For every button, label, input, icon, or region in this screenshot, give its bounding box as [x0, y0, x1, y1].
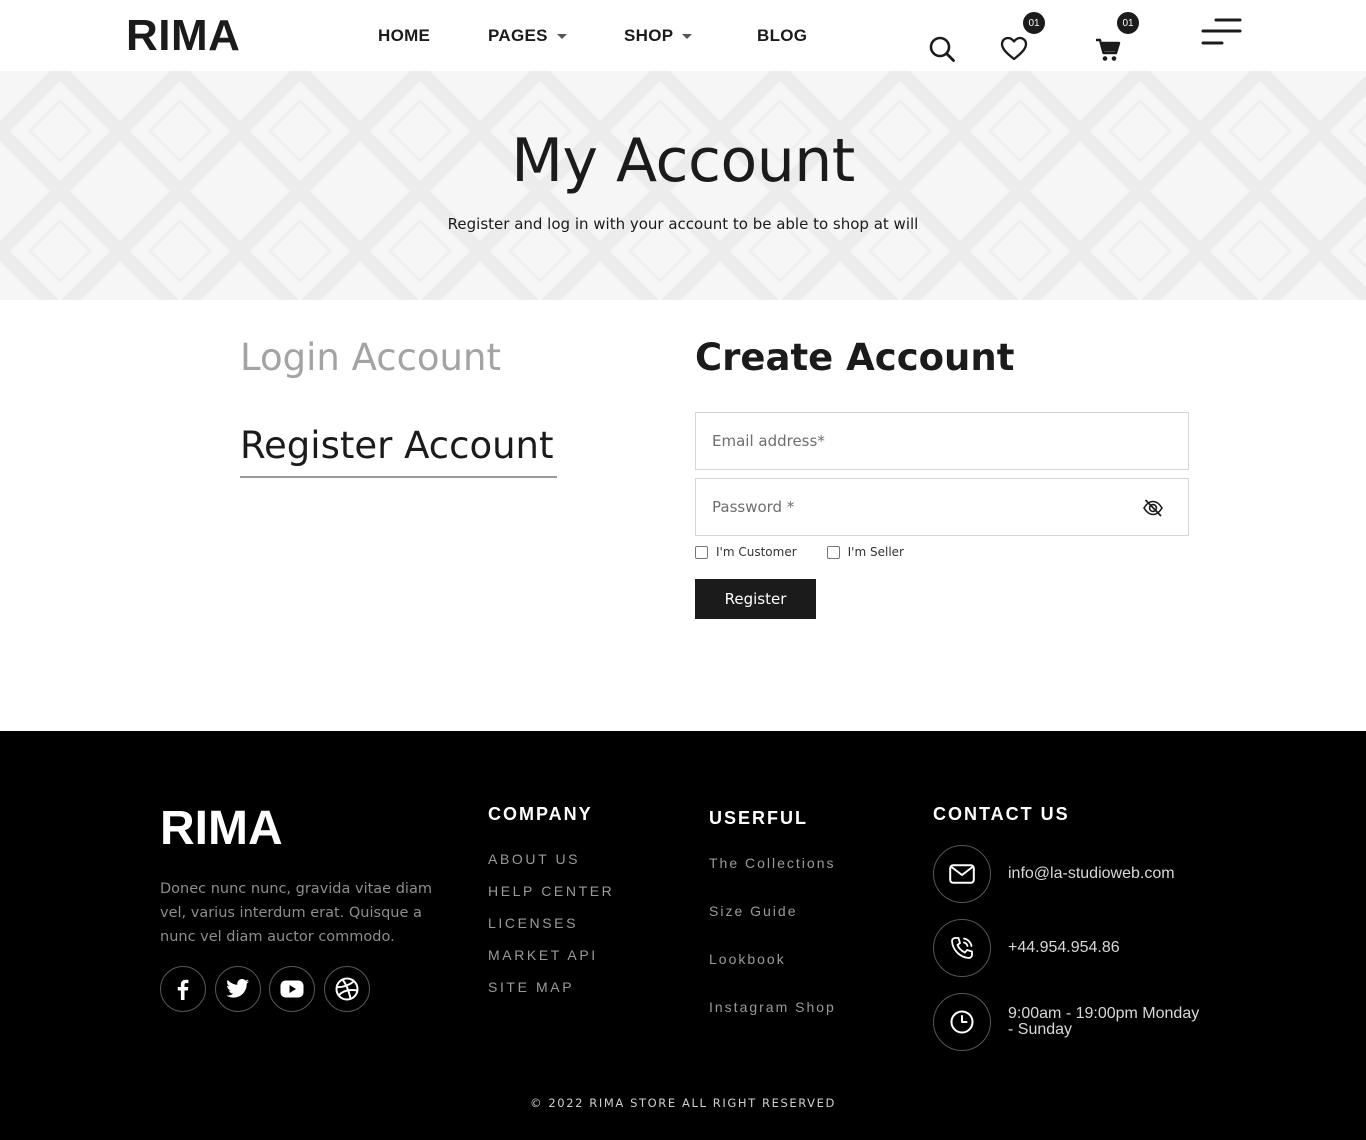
footer-contact-heading: CONTACT US: [933, 804, 1070, 824]
chevron-down-icon: [682, 34, 693, 39]
register-button[interactable]: Register: [695, 579, 816, 619]
footer-link-site-map[interactable]: SITE MAP: [488, 978, 574, 996]
heart-icon: [1000, 36, 1028, 61]
phone-icon-circle: [933, 919, 991, 977]
customer-label: I'm Customer: [716, 545, 797, 559]
footer-logo[interactable]: RIMA: [160, 803, 283, 855]
twitter-button[interactable]: [215, 966, 261, 1012]
contact-email[interactable]: info@la-studioweb.com: [1008, 866, 1208, 882]
site-footer: RIMA Donec nunc nunc, gravida vitae diam…: [0, 731, 1366, 1140]
password-field[interactable]: [696, 479, 1188, 535]
search-icon[interactable]: [928, 35, 956, 63]
customer-option[interactable]: I'm Customer: [695, 545, 797, 559]
chevron-down-icon: [556, 34, 567, 39]
footer-link-lookbook[interactable]: Lookbook: [709, 950, 786, 968]
footer-company-heading: COMPANY: [488, 804, 593, 824]
twitter-icon: [226, 979, 249, 998]
page-title: My Account: [511, 126, 855, 196]
email-field-wrapper: [695, 412, 1189, 470]
wishlist-button[interactable]: [1000, 35, 1028, 63]
nav-shop[interactable]: SHOP: [624, 25, 693, 47]
eye-off-icon[interactable]: [1142, 497, 1164, 519]
dribbble-button[interactable]: [324, 966, 370, 1012]
dribbble-icon: [335, 977, 359, 1001]
footer-link-licenses[interactable]: LICENSES: [488, 914, 578, 932]
customer-checkbox[interactable]: [695, 545, 708, 559]
wishlist-count-badge: 01: [1021, 10, 1047, 36]
clock-icon: [950, 1010, 974, 1034]
youtube-button[interactable]: [269, 966, 315, 1012]
phone-icon: [951, 937, 973, 959]
password-field-wrapper: [695, 478, 1189, 536]
nav-blog[interactable]: BLOG: [757, 25, 807, 47]
seller-checkbox[interactable]: [826, 545, 840, 559]
tab-register-account[interactable]: Register Account: [240, 424, 557, 478]
email-icon-circle: [933, 845, 991, 903]
footer-useful-heading: USERFUL: [709, 808, 808, 828]
menu-icon: [1201, 18, 1242, 45]
nav-pages[interactable]: PAGES: [488, 25, 567, 47]
footer-link-about-us[interactable]: ABOUT US: [488, 850, 580, 868]
footer-link-collections[interactable]: The Collections: [709, 854, 836, 872]
cart-icon: [1096, 38, 1121, 61]
nav-pages-label: PAGES: [488, 26, 548, 45]
nav-home-label: HOME: [378, 26, 431, 45]
seller-option[interactable]: I'm Seller: [826, 545, 904, 559]
page-hero: My Account Register and log in with your…: [0, 71, 1366, 300]
site-logo[interactable]: RIMA: [126, 12, 240, 60]
youtube-icon: [280, 980, 304, 998]
cart-button[interactable]: [1094, 37, 1122, 63]
role-options: I'm Customer I'm Seller: [695, 545, 934, 559]
cart-count-badge: 01: [1115, 10, 1141, 36]
site-header: RIMA HOME PAGES SHOP BLOG 01 01: [0, 0, 1366, 71]
nav-blog-label: BLOG: [757, 26, 808, 45]
clock-icon-circle: [933, 993, 991, 1051]
facebook-icon: [177, 979, 189, 1000]
nav-home[interactable]: HOME: [378, 25, 430, 47]
nav-shop-label: SHOP: [624, 26, 674, 45]
footer-link-market-api[interactable]: MARKET API: [488, 946, 598, 964]
footer-link-help-center[interactable]: HELP CENTER: [488, 882, 614, 900]
mail-icon: [949, 864, 975, 884]
contact-hours: 9:00am - 19:00pm Monday - Sunday: [1008, 1005, 1200, 1038]
contact-phone[interactable]: +44.954.954.86: [1008, 940, 1208, 956]
footer-description: Donec nunc nunc, gravida vitae diam vel,…: [160, 881, 432, 945]
facebook-button[interactable]: [160, 966, 206, 1012]
seller-label: I'm Seller: [847, 545, 904, 559]
email-field[interactable]: [696, 413, 1188, 469]
page-subtitle: Register and log in with your account to…: [447, 215, 919, 233]
tab-login-account[interactable]: Login Account: [240, 336, 501, 380]
footer-link-instagram-shop[interactable]: Instagram Shop: [709, 998, 836, 1016]
footer-link-size-guide[interactable]: Size Guide: [709, 902, 797, 920]
menu-button[interactable]: [1200, 17, 1242, 47]
copyright-text: © 2022 RIMA STORE ALL RIGHT RESERVED: [530, 1096, 836, 1110]
form-title: Create Account: [695, 336, 1015, 379]
